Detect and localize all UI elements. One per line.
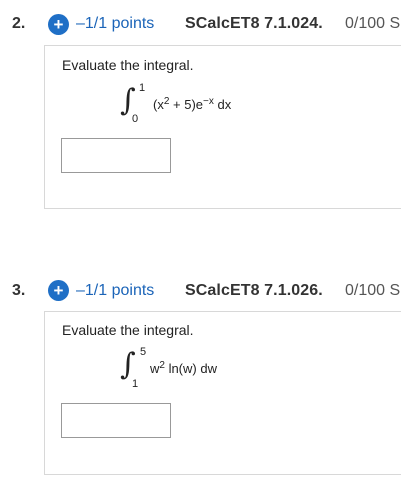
points-label: –1/1 points <box>76 282 155 299</box>
submission-score: 0/100 S <box>345 282 401 299</box>
answer-input[interactable] <box>62 404 170 437</box>
submission-score: 0/100 S <box>345 15 401 32</box>
integrand: w2 ln(w) dw <box>150 360 217 376</box>
lower-limit: 1 <box>132 378 139 390</box>
upper-limit: 5 <box>140 346 147 358</box>
answer-input-box[interactable] <box>61 403 171 438</box>
question-code: SCalcET8 7.1.024. <box>185 15 323 32</box>
integrand: (x2 + 5)e−x dx <box>153 96 232 112</box>
question-number: 2. <box>12 15 26 32</box>
integral-sign: ∫ <box>120 347 136 382</box>
question-code: SCalcET8 7.1.026. <box>185 282 323 299</box>
question-number: 3. <box>12 282 26 299</box>
answer-input[interactable] <box>62 139 170 172</box>
question-prompt: Evaluate the integral. <box>62 322 194 338</box>
plus-icon[interactable]: + <box>48 280 69 301</box>
question-prompt: Evaluate the integral. <box>62 57 194 73</box>
points-label: –1/1 points <box>76 15 155 32</box>
answer-input-box[interactable] <box>61 138 171 173</box>
plus-icon[interactable]: + <box>48 14 69 35</box>
integral-sign: ∫ <box>120 83 136 118</box>
lower-limit: 0 <box>132 113 139 125</box>
upper-limit: 1 <box>139 82 146 94</box>
